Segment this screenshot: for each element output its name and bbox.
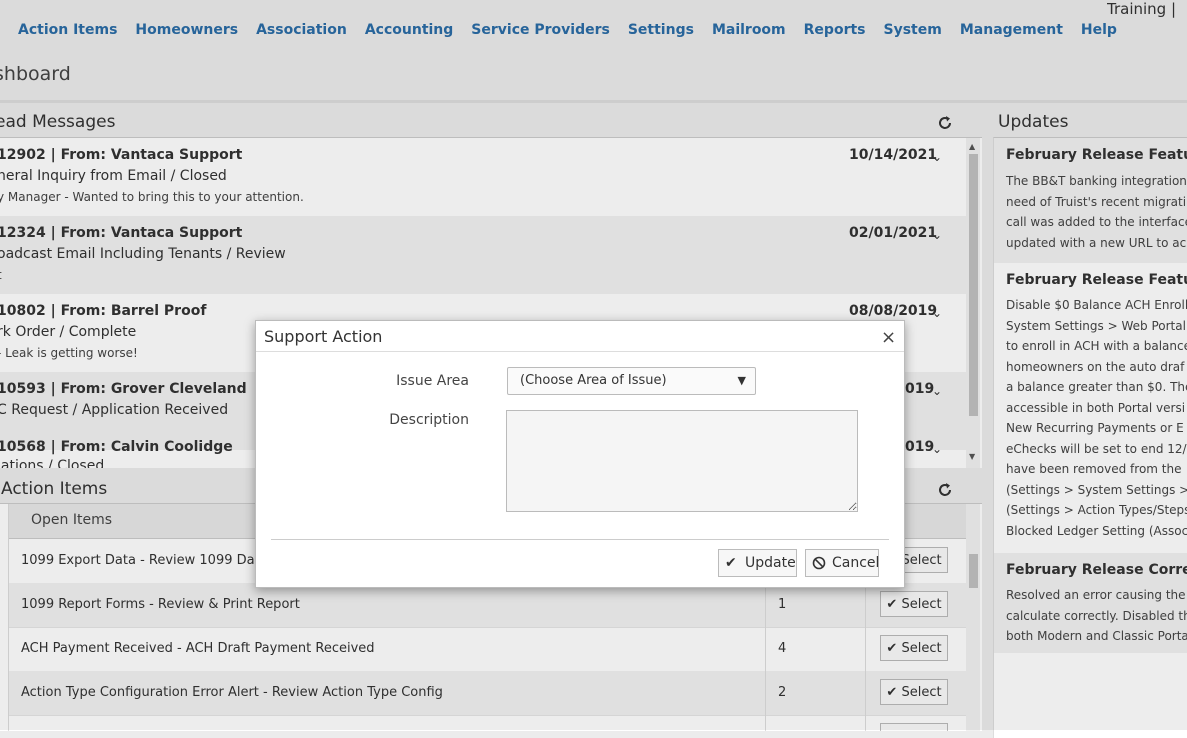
cancel-button[interactable]: Cancel xyxy=(805,549,879,577)
support-action-dialog: Support Action × Issue Area (Choose Area… xyxy=(255,320,905,588)
issue-area-selected-value: (Choose Area of Issue) xyxy=(520,373,667,388)
dialog-title-divider xyxy=(256,351,904,352)
update-button[interactable]: ✔ Update xyxy=(718,549,797,577)
check-icon: ✔ xyxy=(725,555,737,571)
close-icon[interactable]: × xyxy=(881,327,896,348)
description-label: Description xyxy=(389,412,469,428)
issue-area-select[interactable]: (Choose Area of Issue) ▼ xyxy=(507,367,756,395)
dialog-footer-divider xyxy=(271,539,889,540)
issue-area-label: Issue Area xyxy=(396,373,469,389)
dialog-title: Support Action xyxy=(264,327,383,346)
caret-down-icon: ▼ xyxy=(737,374,746,387)
description-textarea[interactable] xyxy=(506,410,858,512)
ban-icon xyxy=(812,556,826,570)
